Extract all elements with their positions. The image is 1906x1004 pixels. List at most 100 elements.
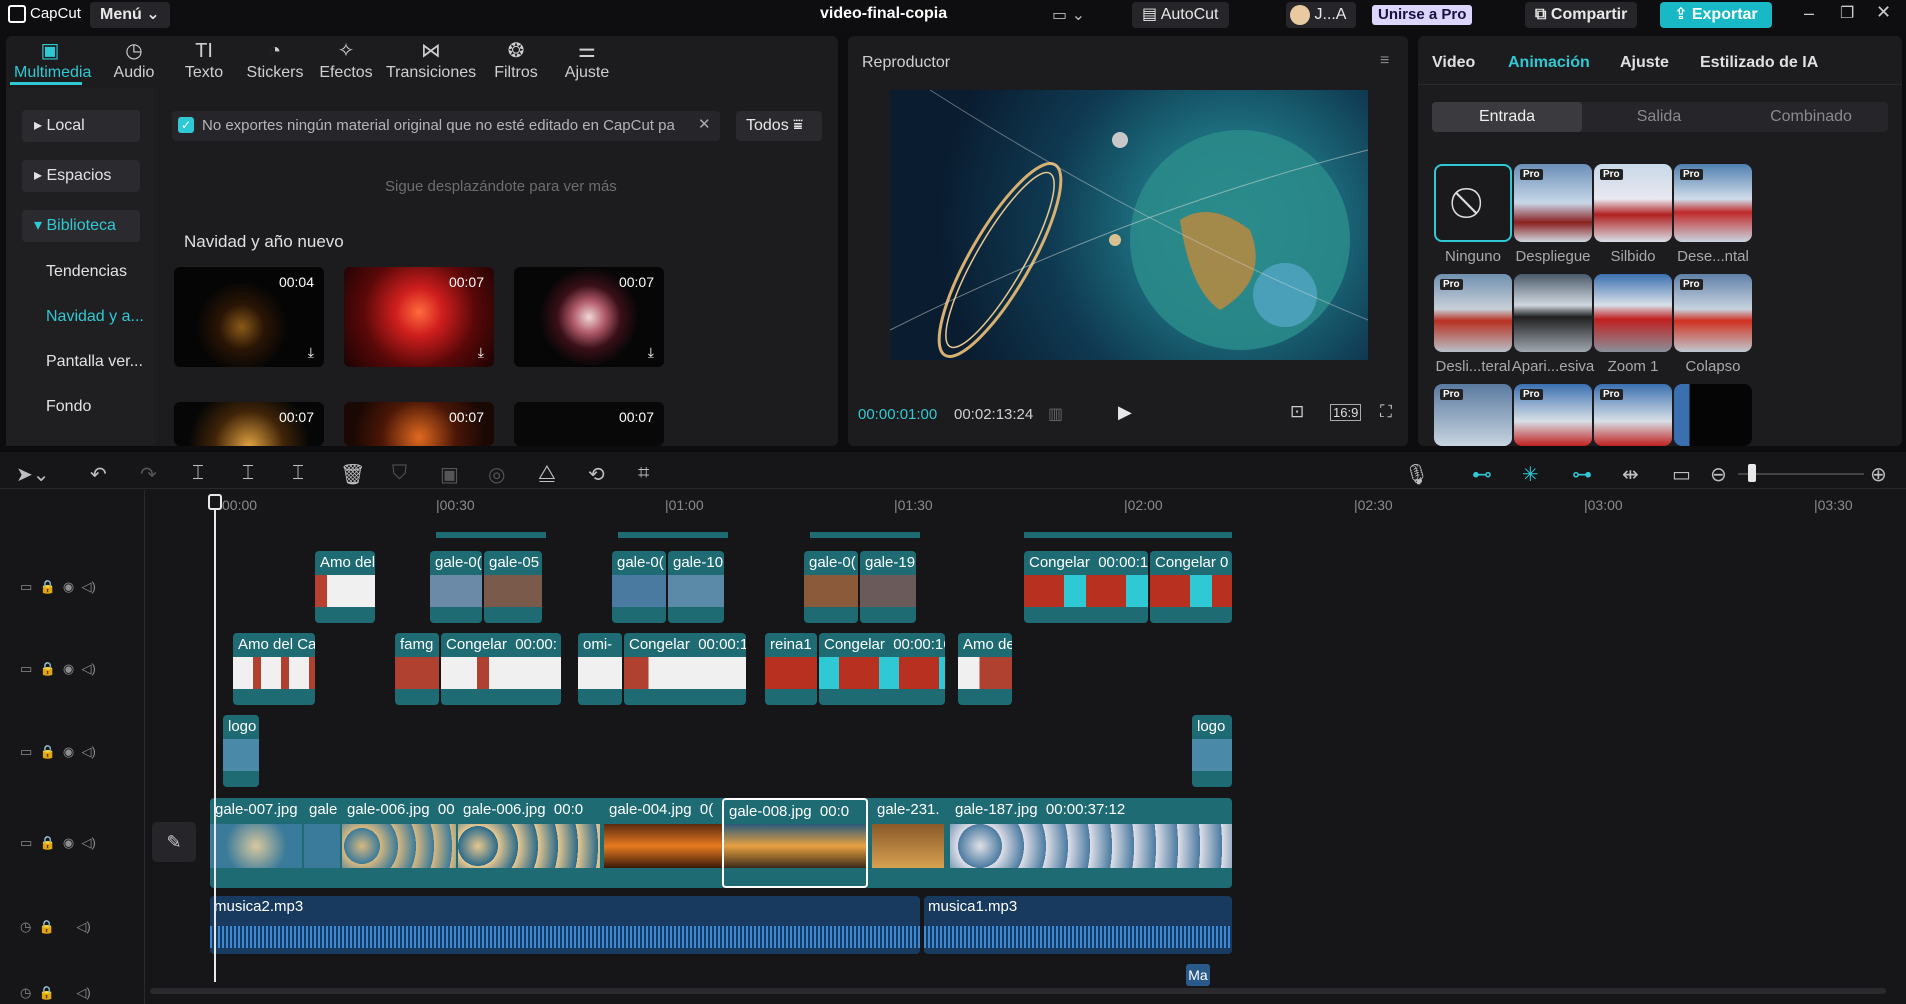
menu-button[interactable]: Menú ⌄ (90, 2, 170, 28)
main-clip[interactable]: gale-004.jpg 0( (604, 798, 722, 888)
filter-dropdown[interactable]: Todos ⩸ (736, 111, 822, 141)
layout-icon[interactable]: ▭ ⌄ (1052, 5, 1085, 25)
export-button[interactable]: ⇪ Exportar (1660, 2, 1772, 28)
tab-texto[interactable]: TI Texto (168, 38, 240, 82)
anim-row3-2[interactable]: Pro (1514, 384, 1592, 446)
split-icon[interactable]: ⌶ (192, 462, 204, 485)
clip-strip[interactable] (618, 532, 728, 538)
tab-animacion[interactable]: Animación (1508, 54, 1590, 72)
tab-filtros[interactable]: ❂ Filtros (480, 38, 552, 82)
crop-icon[interactable]: ⌗ (638, 462, 649, 485)
aspect-ratio-button[interactable]: 16:9 (1330, 404, 1362, 421)
zoom-in-icon[interactable]: ⊕ (1870, 462, 1887, 487)
timeline-clip[interactable]: reina1 (765, 633, 817, 705)
timeline-clip[interactable]: gale-0( (612, 551, 666, 623)
zoom-slider-handle[interactable] (1748, 464, 1756, 482)
split-right-icon[interactable]: ⌶ (292, 462, 304, 485)
media-thumb-6[interactable]: 00:07 (514, 402, 664, 446)
hamburger-menu-icon[interactable]: ≡ (1380, 52, 1389, 70)
rotate-icon[interactable]: ⟲ (588, 462, 605, 487)
timeline-clip[interactable]: Amo del (315, 551, 375, 623)
anim-desenfoque[interactable]: Pro (1674, 164, 1752, 242)
reverse-icon[interactable]: ◎ (488, 462, 505, 487)
fullscreen-icon[interactable]: ⛶ (1380, 402, 1392, 422)
timeline-clip[interactable]: gale-05 (484, 551, 542, 623)
timeline-clip[interactable]: gale-19 (860, 551, 916, 623)
video-preview[interactable] (890, 90, 1368, 360)
media-thumb-3[interactable]: 00:07 ⤓ (514, 267, 664, 367)
tab-audio[interactable]: ◷ Audio (98, 38, 170, 82)
minimize-icon[interactable]: – (1804, 3, 1814, 24)
anim-row3-4[interactable] (1674, 384, 1752, 446)
timeline-clip[interactable]: Congelar 00:00:1 (624, 633, 746, 705)
split-view-icon[interactable]: ⇹ (1622, 462, 1639, 487)
close-icon[interactable]: ✕ (698, 115, 711, 133)
tab-transiciones[interactable]: ⋈ Transiciones (386, 38, 476, 82)
sidebar-item-local[interactable]: ▸ Local (22, 110, 140, 142)
audio-clip[interactable]: musica1.mp3 (924, 896, 1232, 954)
media-thumb-2[interactable]: 00:07 ⤓ (344, 267, 494, 367)
media-thumb-5[interactable]: 00:07 (344, 402, 494, 446)
freeze-icon[interactable]: ▣ (440, 462, 459, 487)
sidebar-item-espacios[interactable]: ▸ Espacios (22, 160, 140, 192)
subtab-combinado[interactable]: Combinado (1736, 102, 1886, 132)
main-clip-selected[interactable]: gale-008.jpg 00:0 (722, 798, 868, 888)
timeline-clip[interactable]: Amo del Ca (233, 633, 315, 705)
audio-marker[interactable]: Ma (1186, 964, 1210, 986)
sidebar-item-biblioteca[interactable]: ▾ Biblioteca (22, 210, 140, 242)
delete-icon[interactable]: 🗑 (340, 462, 365, 487)
tab-multimedia[interactable]: ▣ Multimedia (14, 38, 91, 82)
timeline-clip[interactable]: omi- (578, 633, 622, 705)
magnet-icon[interactable]: ⊷ (1472, 462, 1492, 487)
clip-strip[interactable] (1024, 532, 1232, 538)
main-clip[interactable]: gale-007.jpg (210, 798, 302, 888)
timeline-clip[interactable]: Congelar 00:00: (441, 633, 561, 705)
clip-strip[interactable] (810, 532, 920, 538)
preview-axis-icon[interactable]: ⊶ (1572, 462, 1592, 487)
horizontal-scrollbar[interactable] (150, 988, 1886, 994)
sidebar-item-fondo[interactable]: Fondo (34, 391, 152, 423)
tab-stickers[interactable]: ◔ Stickers (239, 38, 311, 82)
anim-deslizamiento[interactable]: Pro (1434, 274, 1512, 352)
main-clip[interactable]: gale (304, 798, 340, 888)
tab-ajuste[interactable]: ⚌ Ajuste (551, 38, 623, 82)
main-clip[interactable]: gale-231. (872, 798, 944, 888)
anim-silbido[interactable]: Pro (1594, 164, 1672, 242)
media-thumb-1[interactable]: 00:04 ⤓ (174, 267, 324, 367)
timeline-clip[interactable]: Congelar 00:00:1 (1024, 551, 1148, 623)
main-clip[interactable]: gale-006.jpg 00 (342, 798, 456, 888)
timeline-clip[interactable]: logo (223, 715, 259, 787)
mirror-icon[interactable]: ⧋ (538, 462, 556, 485)
timeline-clip[interactable]: Amo de (958, 633, 1012, 705)
timeline-clip[interactable]: famg (395, 633, 439, 705)
microphone-icon[interactable]: 🎙 (1404, 462, 1429, 487)
select-tool-icon[interactable]: ➤⌄ (16, 462, 50, 487)
timeline-clip[interactable]: gale-0( (430, 551, 482, 623)
audio-clip[interactable]: musica2.mp3 (210, 896, 920, 954)
sidebar-item-navidad[interactable]: Navidad y a... (34, 301, 152, 333)
edit-cover-icon[interactable]: ✎ (152, 822, 196, 862)
anim-row3-1[interactable]: Pro (1434, 384, 1512, 446)
track-controls[interactable]: ▭ 🔒 ◉ ◁) (20, 835, 96, 851)
anim-colapso[interactable]: Pro (1674, 274, 1752, 352)
playhead-handle[interactable] (208, 494, 222, 510)
restore-icon[interactable]: ❐ (1840, 3, 1854, 23)
timeline-clip[interactable]: Congelar 0 (1150, 551, 1232, 623)
user-account-button[interactable]: J...A (1286, 2, 1357, 28)
tab-ajuste-inspector[interactable]: Ajuste (1620, 54, 1669, 72)
tab-efectos[interactable]: ✧ Efectos (310, 38, 382, 82)
autocut-button[interactable]: ▤ AutoCut (1132, 2, 1229, 28)
timecode-format-icon[interactable]: ▥ (1048, 404, 1063, 424)
undo-icon[interactable]: ↶ (90, 462, 107, 487)
track-controls[interactable]: ▭ 🔒 ◉ ◁) (20, 744, 96, 760)
caption-icon[interactable]: ▭ (1672, 462, 1691, 487)
play-icon[interactable]: ▶ (1118, 402, 1132, 423)
clip-strip[interactable] (436, 532, 546, 538)
main-clip[interactable]: gale-187.jpg 00:00:37:12 (950, 798, 1232, 888)
anim-zoom1[interactable] (1594, 274, 1672, 352)
sidebar-item-tendencias[interactable]: Tendencias (34, 256, 152, 288)
anim-despliegue[interactable]: Pro (1514, 164, 1592, 242)
join-pro-button[interactable]: Unirse a Pro (1372, 5, 1473, 25)
subtab-entrada[interactable]: Entrada (1432, 102, 1582, 132)
zoom-slider[interactable] (1738, 473, 1864, 475)
